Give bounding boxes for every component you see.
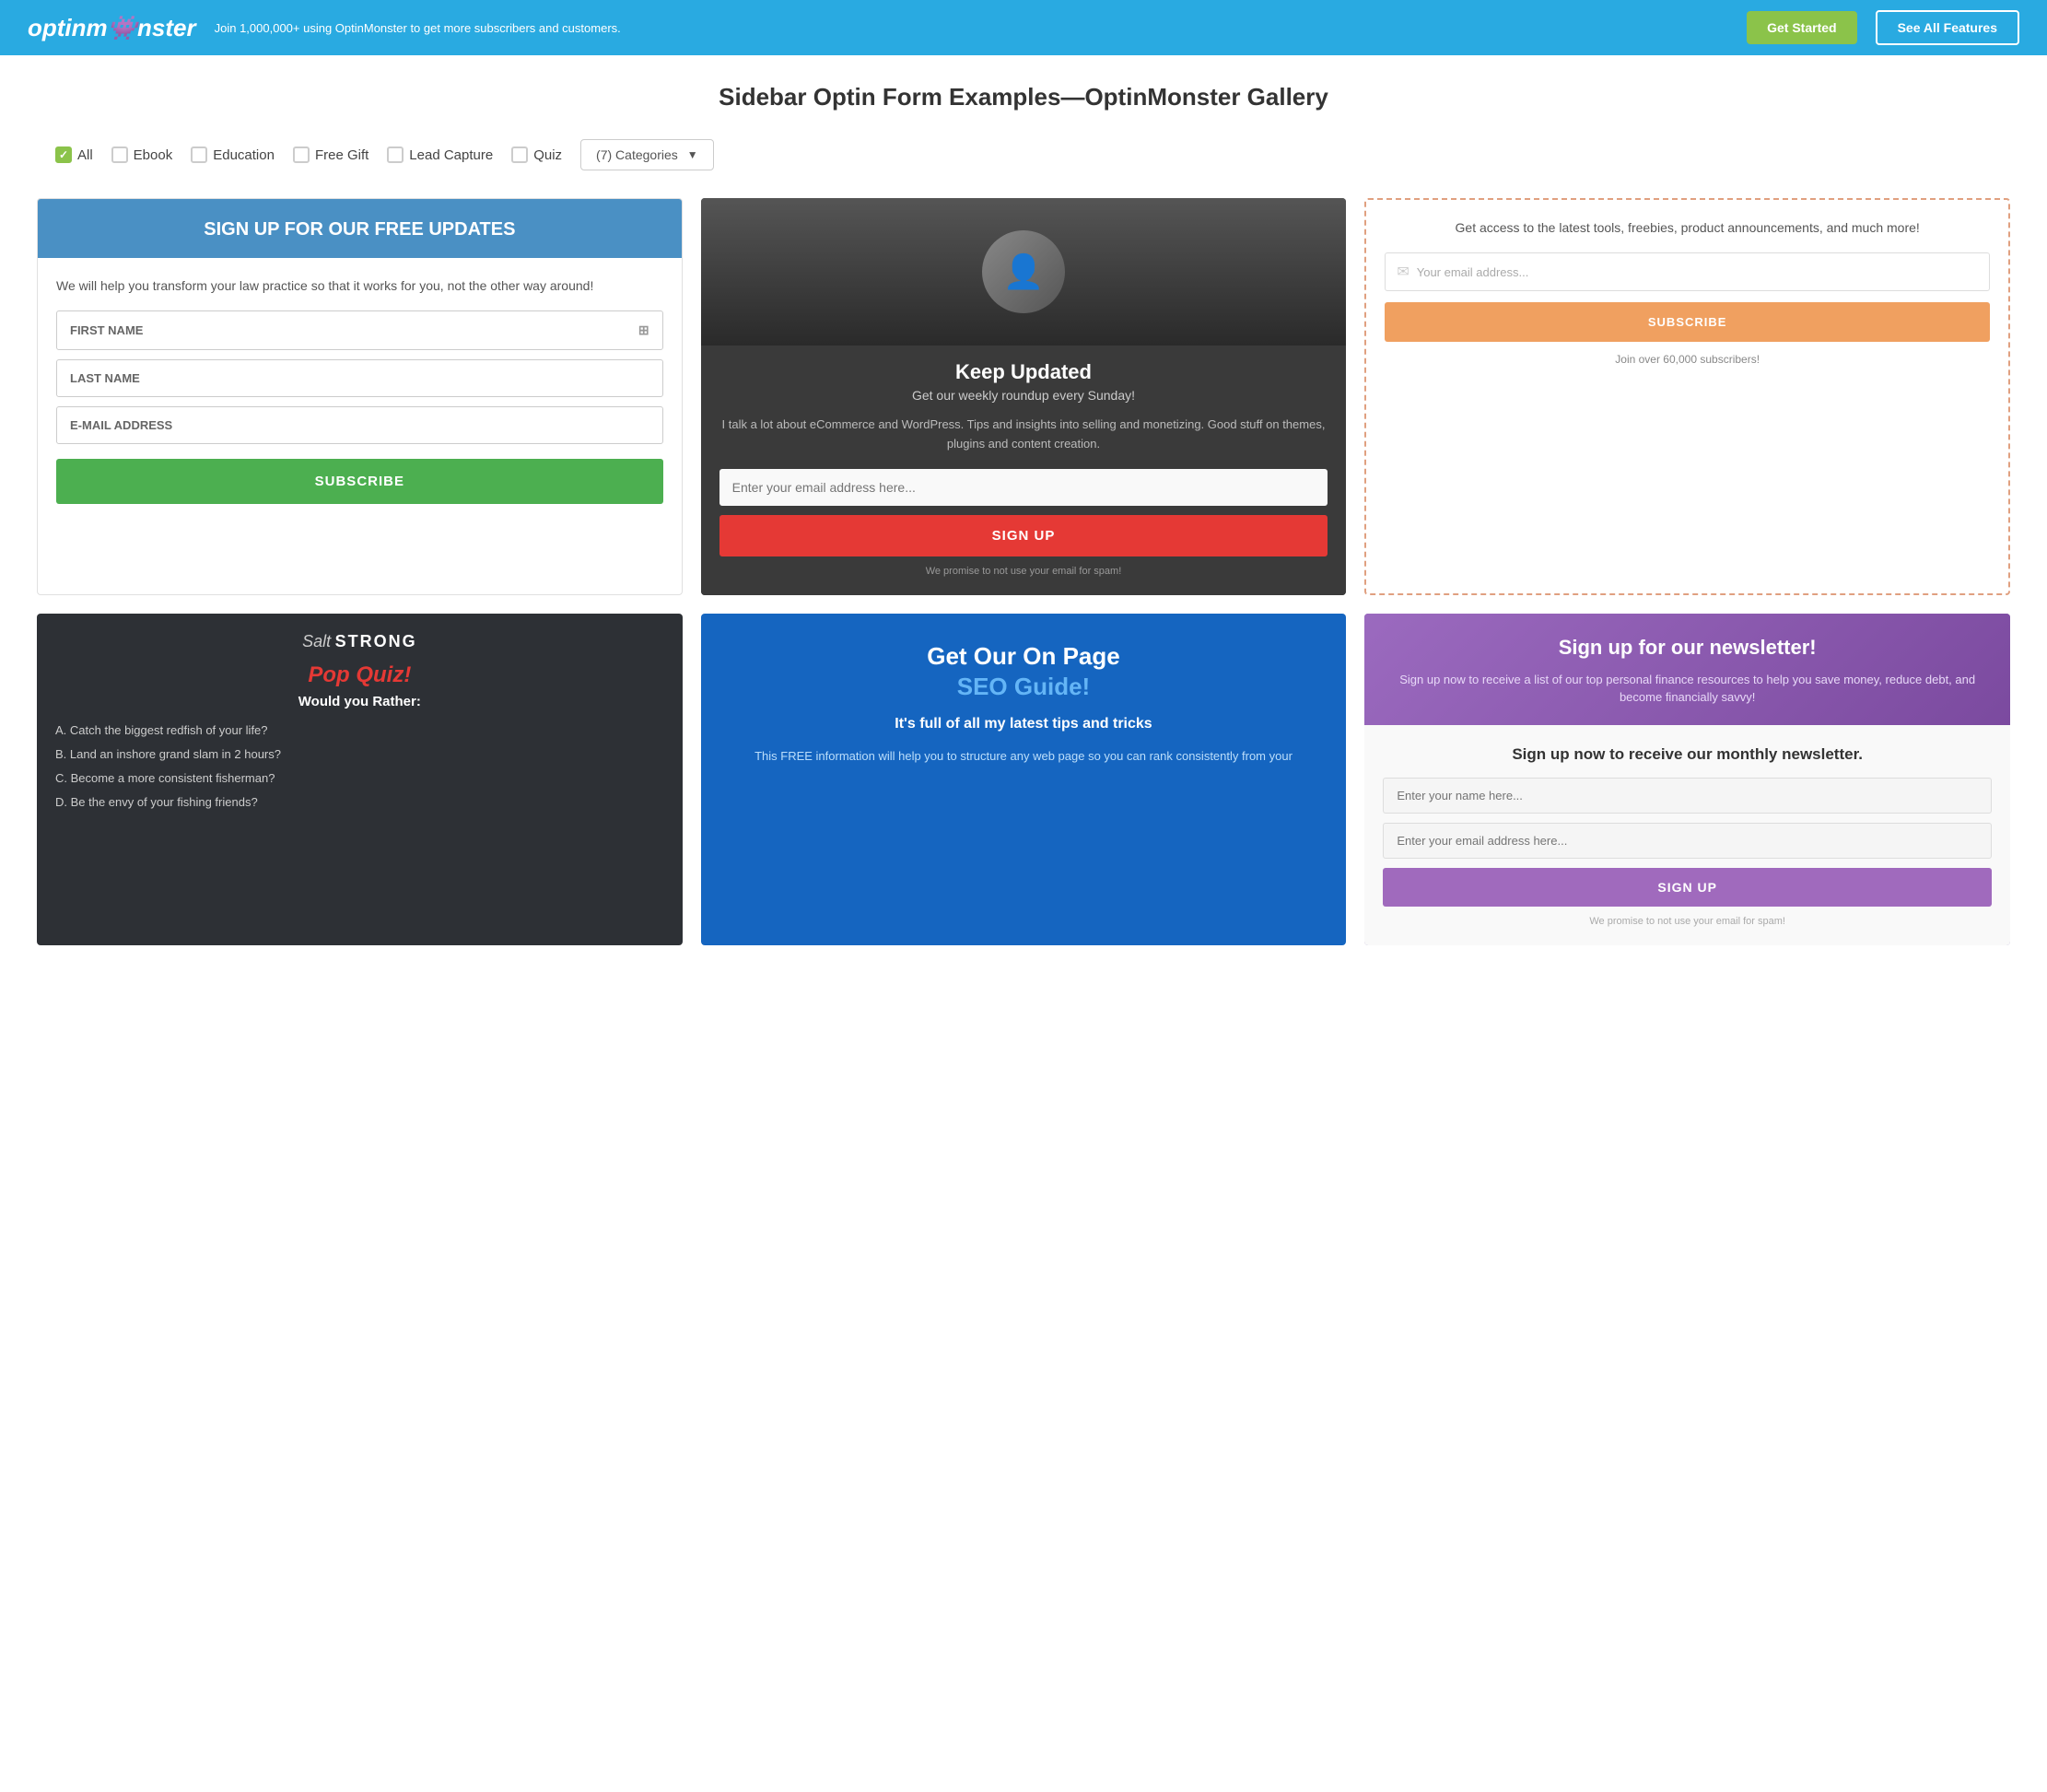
card6-tagline: It's full of all my latest tips and tric… <box>723 716 1325 732</box>
card-keep-updated: 👤 Keep Updated Get our weekly roundup ev… <box>701 198 1347 595</box>
card-keep-updated-subtitle: Get our weekly roundup every Sunday! <box>719 388 1328 403</box>
card2-signup-button[interactable]: SIGN UP <box>719 515 1328 556</box>
first-name-field[interactable]: FIRST NAME ⊞ <box>56 310 663 350</box>
card-keep-updated-photo: 👤 <box>701 198 1347 346</box>
header-tagline: Join 1,000,000+ using OptinMonster to ge… <box>215 21 1729 35</box>
filter-quiz-checkbox[interactable] <box>511 146 528 163</box>
card3-desc: Get access to the latest tools, freebies… <box>1385 218 1990 238</box>
card2-email-input[interactable] <box>719 469 1328 506</box>
card-seo-guide: Get Our On Page SEO Guide! It's full of … <box>701 614 1347 946</box>
first-name-label: FIRST NAME <box>70 323 143 337</box>
saltstrong-logo: Salt STRONG <box>55 632 664 651</box>
card-free-updates: SIGN UP FOR OUR FREE UPDATES We will hel… <box>37 198 683 595</box>
avatar: 👤 <box>982 230 1065 313</box>
card-pop-quiz: Salt STRONG Pop Quiz! Would you Rather: … <box>37 614 683 946</box>
card-email-subscribe: Get access to the latest tools, freebies… <box>1364 198 2010 595</box>
card1-subscribe-button[interactable]: SUBSCRIBE <box>56 459 663 504</box>
card6-title: Get Our On Page SEO Guide! <box>723 641 1325 704</box>
last-name-label: LAST NAME <box>70 371 140 385</box>
page-title-section: Sidebar Optin Form Examples—OptinMonster… <box>0 55 2047 130</box>
header: optinm👾nster Join 1,000,000+ using Optin… <box>0 0 2047 55</box>
card-newsletter-header: Sign up for our newsletter! Sign up now … <box>1364 614 2010 725</box>
grid-icon: ⊞ <box>638 322 649 338</box>
logo-monster: 👾 <box>108 14 137 41</box>
card3-email-field[interactable]: ✉ Your email address... <box>1385 252 1990 291</box>
card-newsletter-body: Sign up now to receive our monthly newsl… <box>1364 725 2010 946</box>
get-started-button[interactable]: Get Started <box>1747 11 1856 44</box>
filter-lead-capture-checkbox[interactable] <box>387 146 404 163</box>
quiz-option-d: D. Be the envy of your fishing friends? <box>55 794 664 811</box>
email-label: E-MAIL ADDRESS <box>70 418 172 432</box>
filter-all-checkbox[interactable] <box>55 146 72 163</box>
card-free-updates-body: We will help you transform your law prac… <box>38 258 682 522</box>
filter-free-gift-checkbox[interactable] <box>293 146 310 163</box>
envelope-icon: ✉ <box>1397 263 1409 281</box>
card-newsletter-title: Sign up for our newsletter! <box>1383 636 1992 660</box>
card4-spam-note: We promise to not use your email for spa… <box>1383 916 1992 927</box>
filter-ebook[interactable]: Ebook <box>111 146 173 163</box>
categories-dropdown[interactable]: (7) Categories ▼ <box>580 139 714 170</box>
quiz-option-a: A. Catch the biggest redfish of your lif… <box>55 722 664 739</box>
filter-ebook-label: Ebook <box>134 147 173 163</box>
card4-name-input[interactable] <box>1383 778 1992 814</box>
card-newsletter-body-title: Sign up now to receive our monthly newsl… <box>1383 744 1992 766</box>
pop-quiz-title: Pop Quiz! <box>55 662 664 688</box>
would-you-label: Would you Rather: <box>55 694 664 709</box>
email-field[interactable]: E-MAIL ADDRESS <box>56 406 663 444</box>
filter-lead-capture-label: Lead Capture <box>409 147 493 163</box>
filter-lead-capture[interactable]: Lead Capture <box>387 146 493 163</box>
card6-title-line2: SEO Guide! <box>957 673 1090 700</box>
filter-ebook-checkbox[interactable] <box>111 146 128 163</box>
card3-join-note: Join over 60,000 subscribers! <box>1385 351 1990 368</box>
logo-strong: STRONG <box>335 632 417 650</box>
card3-email-placeholder: Your email address... <box>1417 265 1529 279</box>
card-newsletter-header-desc: Sign up now to receive a list of our top… <box>1383 671 1992 707</box>
gallery-grid: SIGN UP FOR OUR FREE UPDATES We will hel… <box>0 189 2047 982</box>
see-all-features-button[interactable]: See All Features <box>1876 10 2019 45</box>
filter-education-checkbox[interactable] <box>191 146 207 163</box>
filters-bar: All Ebook Education Free Gift Lead Captu… <box>0 130 2047 189</box>
card-free-updates-desc: We will help you transform your law prac… <box>56 276 663 296</box>
card-keep-updated-body: Keep Updated Get our weekly roundup ever… <box>701 346 1347 595</box>
filter-education-label: Education <box>213 147 275 163</box>
quiz-option-b: B. Land an inshore grand slam in 2 hours… <box>55 746 664 763</box>
page-title: Sidebar Optin Form Examples—OptinMonster… <box>18 83 2029 111</box>
card-newsletter: Sign up for our newsletter! Sign up now … <box>1364 614 2010 946</box>
card3-subscribe-button[interactable]: SUBSCRIBE <box>1385 302 1990 342</box>
card4-email-input[interactable] <box>1383 823 1992 859</box>
logo: optinm👾nster <box>28 14 196 42</box>
filter-free-gift-label: Free Gift <box>315 147 368 163</box>
filter-quiz[interactable]: Quiz <box>511 146 562 163</box>
card-keep-updated-title: Keep Updated <box>719 360 1328 384</box>
last-name-field[interactable]: LAST NAME <box>56 359 663 397</box>
filter-quiz-label: Quiz <box>533 147 562 163</box>
filter-all[interactable]: All <box>55 146 93 163</box>
logo-salt: Salt <box>302 632 331 650</box>
card-free-updates-header: SIGN UP FOR OUR FREE UPDATES <box>38 199 682 258</box>
filter-free-gift[interactable]: Free Gift <box>293 146 368 163</box>
card6-desc: This FREE information will help you to s… <box>723 747 1325 767</box>
filter-education[interactable]: Education <box>191 146 275 163</box>
filter-all-label: All <box>77 147 93 163</box>
card2-spam-note: We promise to not use your email for spa… <box>719 566 1328 577</box>
card-keep-updated-desc: I talk a lot about eCommerce and WordPre… <box>719 416 1328 454</box>
dropdown-arrow-icon: ▼ <box>687 148 698 161</box>
categories-label: (7) Categories <box>596 147 678 162</box>
card6-title-line1: Get Our On Page <box>927 642 1120 670</box>
quiz-option-c: C. Become a more consistent fisherman? <box>55 770 664 787</box>
card4-signup-button[interactable]: SIGN UP <box>1383 868 1992 907</box>
